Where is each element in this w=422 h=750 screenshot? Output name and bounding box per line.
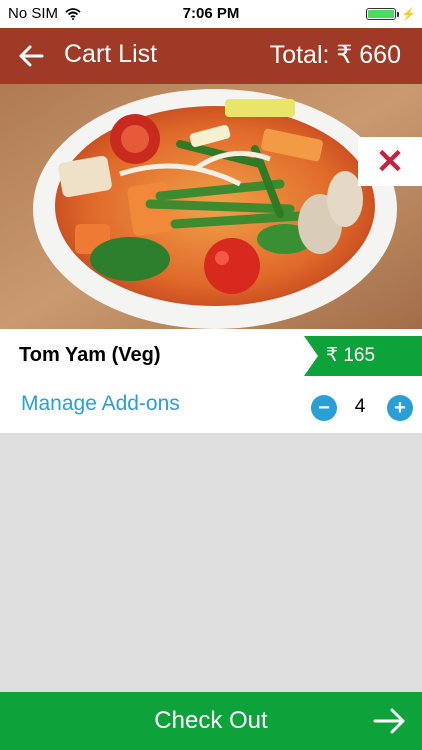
close-icon: ✕ xyxy=(375,142,405,181)
food-image xyxy=(0,84,422,329)
app-header: Cart List Total: ₹ 660 xyxy=(0,28,422,84)
plus-icon: + xyxy=(394,397,406,419)
charging-icon: ⚡ xyxy=(401,7,416,21)
item-price: ₹ 165 xyxy=(326,345,376,366)
cart-total: Total: ₹ 660 xyxy=(270,40,401,70)
checkout-button[interactable]: Check Out xyxy=(0,692,422,750)
checkout-label: Check Out xyxy=(154,707,268,734)
item-name: Tom Yam (Veg) xyxy=(19,344,161,366)
arrow-left-icon[interactable] xyxy=(16,42,46,70)
battery-icon xyxy=(366,8,397,20)
manage-addons-link[interactable]: Manage Add-ons xyxy=(21,392,180,416)
total-amount: ₹ 660 xyxy=(336,41,401,69)
battery-indicator: ⚡ xyxy=(366,7,416,21)
quantity-decrease-button[interactable]: − xyxy=(311,395,337,421)
quantity-increase-button[interactable]: + xyxy=(387,395,413,421)
status-bar: No SIM 7:06 PM ⚡ xyxy=(0,0,422,28)
cart-item: Tom Yam (Veg) ₹ 165 Manage Add-ons − 4 + xyxy=(0,329,422,433)
minus-icon: − xyxy=(318,397,330,419)
arrow-right-icon xyxy=(373,708,405,734)
status-time: 7:06 PM xyxy=(182,5,240,22)
page-title: Cart List xyxy=(64,40,158,68)
total-label: Total: xyxy=(269,41,330,69)
remove-item-button[interactable]: ✕ xyxy=(358,137,422,186)
quantity-value: 4 xyxy=(354,396,366,417)
